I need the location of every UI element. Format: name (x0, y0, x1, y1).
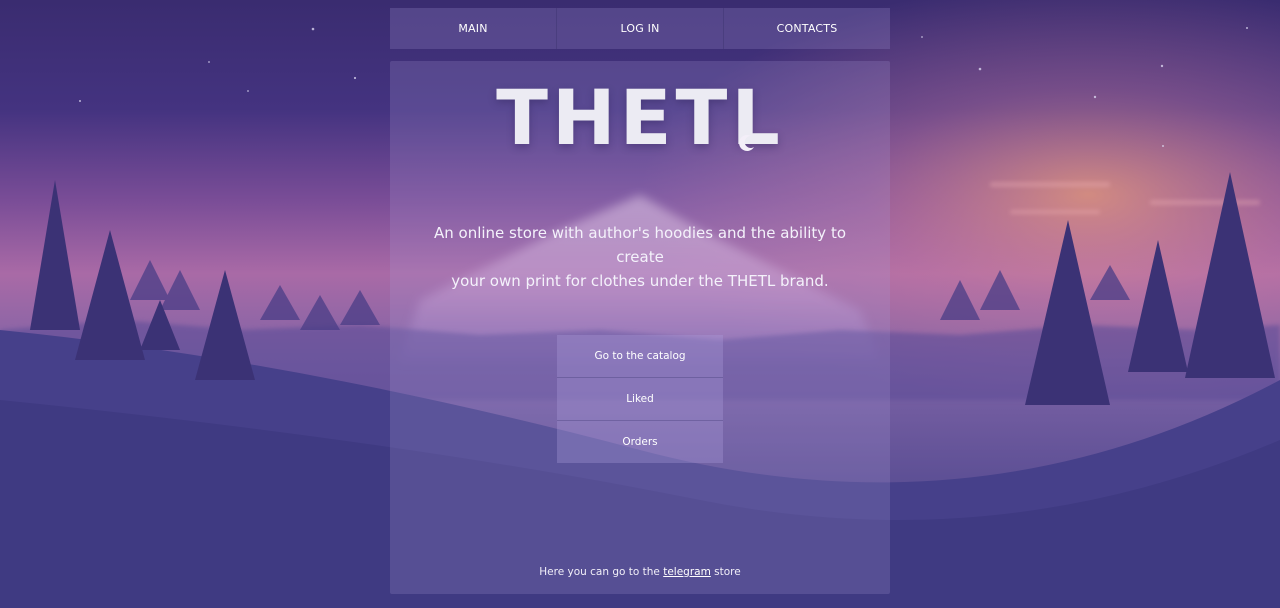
tagline-line-2: your own print for clothes under the THE… (451, 272, 829, 290)
footer-suffix: store (714, 566, 741, 578)
hero-panel: THETL An online store with author's hood… (390, 61, 890, 594)
footer-prefix: Here you can go to the (539, 566, 660, 578)
main-menu: Go to the catalog Liked Orders (557, 335, 723, 463)
telegram-link[interactable]: telegram (663, 566, 711, 578)
footer-note: Here you can go to the telegram store (390, 566, 890, 578)
nav-contacts[interactable]: CONTACTS (724, 8, 890, 49)
crescent-moon-icon (739, 134, 754, 151)
tagline-line-1: An online store with author's hoodies an… (433, 224, 847, 266)
top-nav: MAIN LOG IN CONTACTS (390, 8, 890, 49)
brand-logo: THETL (496, 73, 784, 162)
go-to-catalog-button[interactable]: Go to the catalog (557, 335, 723, 378)
tagline: An online store with author's hoodies an… (410, 221, 870, 293)
liked-button[interactable]: Liked (557, 378, 723, 421)
orders-button[interactable]: Orders (557, 421, 723, 463)
nav-main[interactable]: MAIN (390, 8, 557, 49)
nav-log-in[interactable]: LOG IN (557, 8, 724, 49)
